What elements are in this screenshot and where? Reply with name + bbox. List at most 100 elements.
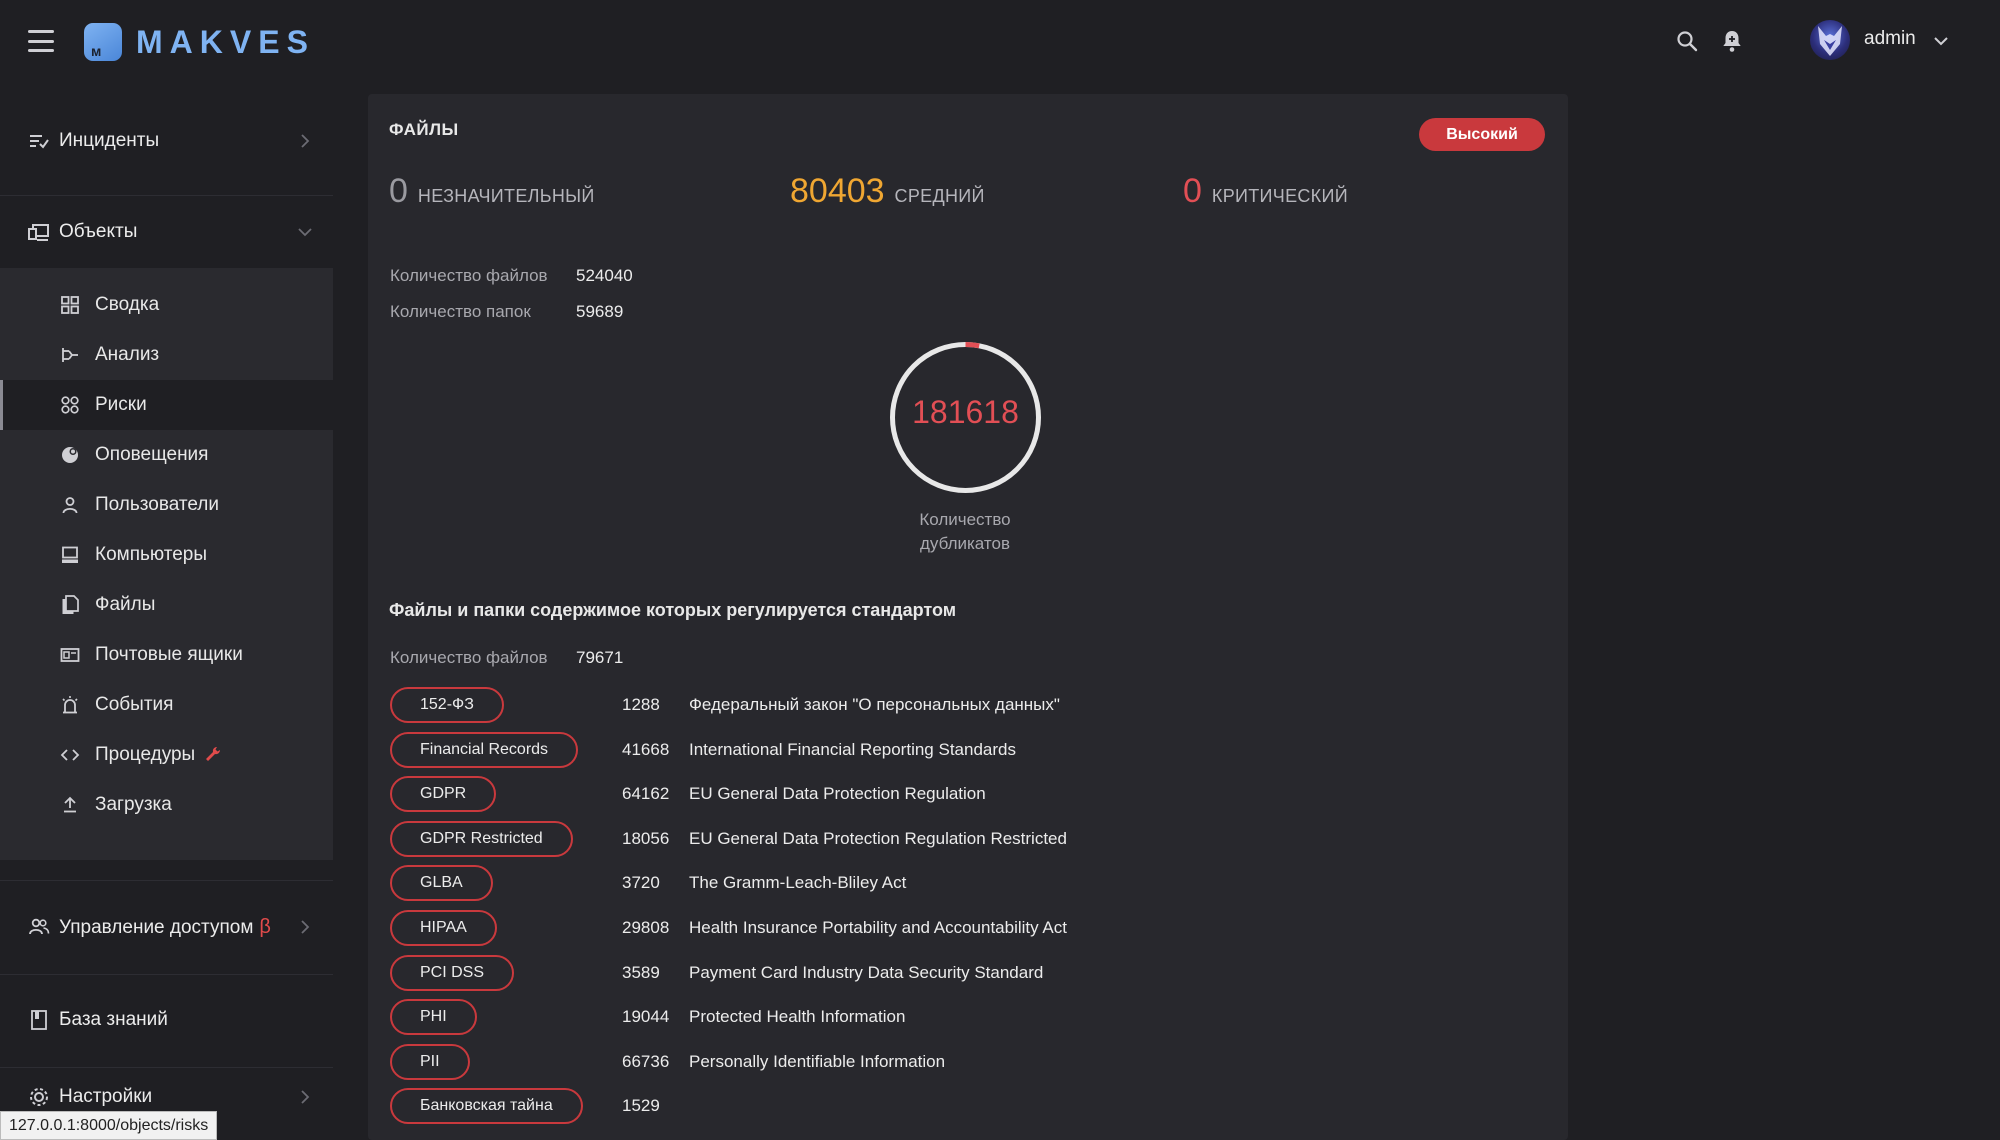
duplicates-caption: Количество дубликатов	[865, 508, 1065, 556]
stat-low-value: 0	[389, 172, 408, 210]
standard-description: The Gramm-Leach-Bliley Act	[689, 873, 907, 893]
sidebar-item-label: Почтовые ящики	[95, 644, 243, 665]
search-icon[interactable]	[1672, 26, 1702, 56]
computer-icon	[60, 545, 80, 565]
book-icon	[28, 1009, 50, 1031]
files-count-value: 524040	[576, 266, 633, 285]
standard-row: PHI 19044 Protected Health Information	[390, 999, 1490, 1036]
standard-count: 18056	[622, 828, 670, 848]
standard-tag[interactable]: PHI	[390, 999, 477, 1036]
stat-critical-value: 0	[1183, 172, 1202, 210]
duplicates-caption-line: Количество	[919, 510, 1011, 529]
standard-tag[interactable]: GDPR Restricted	[390, 820, 573, 857]
standard-description: EU General Data Protection Regulation Re…	[689, 828, 1067, 848]
user-avatar[interactable]	[1810, 20, 1850, 60]
standard-row: PII 66736 Personally Identifiable Informat…	[390, 1043, 1490, 1080]
sidebar-item-files[interactable]: Файлы	[0, 580, 333, 630]
duplicates-value: 181618	[912, 394, 1019, 430]
sidebar-section-objects[interactable]: Объекты	[0, 186, 333, 278]
objects-icon	[28, 221, 50, 243]
access-label: Управление доступом	[59, 916, 254, 938]
beta-badge: β	[259, 915, 271, 938]
sidebar-section-incidents[interactable]: Инциденты	[0, 95, 333, 187]
standard-count: 19044	[622, 1007, 670, 1027]
duplicates-caption-line: дубликатов	[920, 534, 1010, 553]
status-bar-url: 127.0.0.1:8000/objects/risks	[0, 1111, 218, 1140]
mailbox-icon	[60, 645, 80, 665]
logo-text: MAKVES	[136, 23, 315, 60]
sidebar-section-label: Настройки	[59, 1086, 153, 1107]
sidebar-item-label: Загрузка	[95, 794, 172, 815]
sidebar-item-label: Файлы	[95, 594, 156, 615]
standard-description: Health Insurance Portability and Account…	[689, 918, 1067, 937]
sidebar-item-summary[interactable]: Сводка	[0, 280, 333, 330]
sidebar-item-notifications[interactable]: Оповещения	[0, 430, 333, 480]
sidebar-item-label: Процедуры	[95, 744, 196, 765]
standard-tag[interactable]: PCI DSS	[390, 954, 515, 991]
top-bar: MAKVES admin	[0, 0, 2000, 82]
standard-tag[interactable]: Банковская тайна	[390, 1088, 583, 1125]
events-icon	[60, 695, 80, 715]
standard-description: Protected Health Information	[689, 1007, 906, 1027]
gear-icon	[28, 1086, 50, 1108]
sidebar-item-risks[interactable]: Риски	[0, 380, 333, 430]
standard-description: International Financial Reporting Standa…	[689, 739, 1016, 759]
standards-files-value: 79671	[576, 648, 624, 667]
standard-count: 3589	[622, 962, 660, 982]
sidebar-item-procedures[interactable]: Процедуры	[0, 730, 333, 780]
wrench-icon	[204, 745, 222, 768]
files-count: Количество файлов 524040	[390, 266, 633, 286]
chevron-down-icon[interactable]	[1930, 30, 1952, 52]
sidebar-item-label: Риски	[95, 394, 147, 415]
sidebar-item-users[interactable]: Пользователи	[0, 480, 333, 530]
username[interactable]: admin	[1864, 28, 1916, 50]
sidebar-item-analysis[interactable]: Анализ	[0, 330, 333, 380]
standard-description: EU General Data Protection Regulation	[689, 784, 986, 804]
risk-level-badge[interactable]: Высокий	[1419, 118, 1545, 151]
standard-count: 64162	[622, 784, 670, 804]
sidebar-item-label: События	[95, 694, 174, 715]
objects-submenu: Сводка Анализ Риски Оповещения Пользоват…	[0, 268, 333, 860]
standards-heading: Файлы и папки содержимое которых регулир…	[389, 600, 957, 620]
folders-count: Количество папок 59689	[390, 302, 623, 322]
standard-row: PCI DSS 3589 Payment Card Industry Data Se…	[390, 954, 1490, 991]
standard-row: Банковская тайна 1529	[390, 1088, 1490, 1125]
stat-medium-value: 80403	[790, 172, 885, 210]
grid-icon	[60, 295, 80, 315]
standard-tag[interactable]: 152-ФЗ	[390, 687, 504, 723]
menu-toggle-icon[interactable]	[28, 30, 54, 52]
stat-medium-label: СРЕДНИЙ	[894, 186, 985, 206]
chevron-right-icon	[296, 1088, 314, 1106]
standard-count: 29808	[622, 918, 670, 937]
upload-icon	[60, 795, 80, 815]
standard-tag[interactable]: GLBA	[390, 865, 493, 902]
sidebar-item-computers[interactable]: Компьютеры	[0, 530, 333, 580]
standard-description: Федеральный закон "О персональных данных…	[689, 695, 1060, 714]
standard-count: 66736	[622, 1051, 670, 1071]
sidebar-item-events[interactable]: События	[0, 680, 333, 730]
files-count-label: Количество файлов	[390, 266, 548, 285]
stat-medium: 80403 СРЕДНИЙ	[790, 172, 985, 211]
standard-row: 152-ФЗ 1288 Федеральный закон "О персональ…	[390, 687, 1490, 723]
analysis-icon	[60, 345, 80, 365]
sidebar-section-label: Объекты	[59, 221, 138, 242]
standards-files-label: Количество файлов	[390, 648, 548, 667]
incidents-icon	[28, 130, 50, 152]
sidebar-section-knowledge[interactable]: База знаний	[0, 974, 333, 1066]
sidebar-item-upload[interactable]: Загрузка	[0, 780, 333, 830]
notifications-icon	[60, 445, 80, 465]
folders-count-label: Количество папок	[390, 302, 531, 321]
standard-tag[interactable]: HIPAA	[390, 910, 497, 946]
standard-tag[interactable]: GDPR	[390, 776, 497, 813]
standard-tag[interactable]: Financial Records	[390, 731, 579, 768]
stat-low-label: НЕЗНАЧИТЕЛЬНЫЙ	[417, 186, 595, 206]
app-logo[interactable]: MAKVES	[84, 22, 315, 62]
standard-row: Financial Records 41668 International Fina…	[390, 731, 1490, 768]
sidebar-item-mailboxes[interactable]: Почтовые ящики	[0, 630, 333, 680]
standard-tag[interactable]: PII	[390, 1043, 470, 1080]
bell-icon[interactable]	[1717, 26, 1747, 56]
standards-files-count: Количество файлов 79671	[390, 648, 623, 668]
sidebar-section-label: Инциденты	[59, 130, 160, 151]
sidebar-section-access[interactable]: Управление доступом β	[0, 881, 333, 973]
stat-critical: 0 КРИТИЧЕСКИЙ	[1183, 172, 1348, 211]
